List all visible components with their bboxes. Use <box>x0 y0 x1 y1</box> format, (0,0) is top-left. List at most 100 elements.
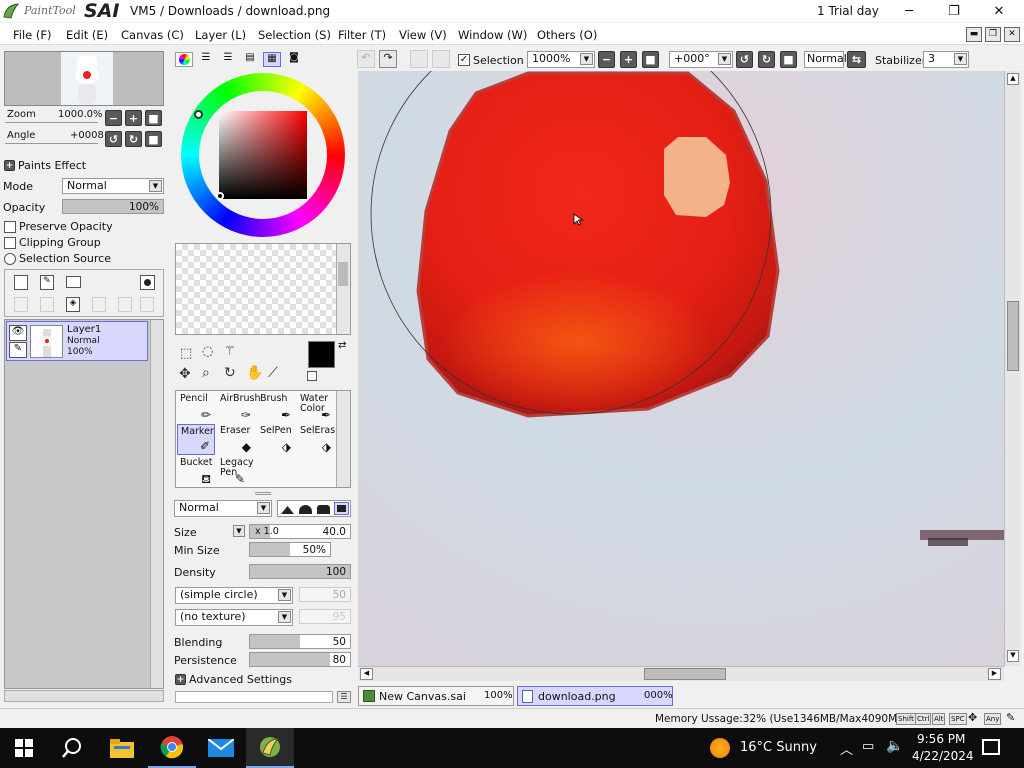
tool-airbrush[interactable]: AirBrush ✑ <box>217 392 260 423</box>
mdi-close-button[interactable]: ✕ <box>1004 27 1020 42</box>
zoom-select[interactable]: 1000% ▼ <box>527 51 595 68</box>
paint-tool-sai-icon[interactable] <box>246 728 294 768</box>
new-linework-layer-icon[interactable]: ✎ <box>40 275 54 290</box>
search-icon[interactable] <box>48 728 96 768</box>
mdi-minimize-button[interactable]: ▬ <box>966 27 982 42</box>
splitter-grip[interactable] <box>255 492 271 495</box>
density-slider[interactable]: 100 <box>249 564 351 579</box>
tool-legacy-pen[interactable]: Legacy Pen ✎ <box>217 456 254 487</box>
canvas-vscrollbar[interactable]: ▲ ▼ <box>1004 71 1021 666</box>
menu-canvas[interactable]: Canvas (C) <box>121 28 184 42</box>
rect-select-icon[interactable]: ⬚ <box>180 346 192 361</box>
selection-source-radio[interactable] <box>4 253 16 265</box>
zoom-reset-button[interactable]: ■ <box>145 110 162 126</box>
maximize-button[interactable]: ❐ <box>931 0 977 22</box>
preserve-opacity-checkbox[interactable] <box>4 221 16 233</box>
layer-row[interactable]: 👁 ✎ Layer1 Normal 100% <box>6 321 148 361</box>
mdi-restore-button[interactable]: ❐ <box>985 27 1001 42</box>
rotate-tool-icon[interactable]: ↻ <box>224 365 236 381</box>
scratchpad-tab[interactable]: ◙ <box>285 52 303 67</box>
swap-colors-icon[interactable]: ⇄ <box>338 340 346 351</box>
flip-horizontal-button[interactable]: ⇆ <box>847 51 866 68</box>
intermediate-color-tab[interactable]: ▤ <box>241 52 259 67</box>
primary-color-swatch[interactable] <box>308 341 335 368</box>
invert-selection-button[interactable] <box>432 50 450 68</box>
layer-options-icon[interactable] <box>140 297 154 312</box>
toolbar-zoom-in-button[interactable]: + <box>620 51 637 68</box>
new-layer-icon[interactable] <box>14 275 28 290</box>
brush-shape-flat-icon[interactable] <box>334 502 349 515</box>
magic-wand-icon[interactable]: ⚚ <box>224 344 236 359</box>
layer-opacity-slider[interactable]: 100% <box>62 199 164 214</box>
paints-effect-expand-icon[interactable]: + <box>4 160 15 171</box>
shape-strength-slider[interactable]: 50 <box>299 587 351 602</box>
sv-picker-knob[interactable] <box>216 192 224 200</box>
close-button[interactable]: ✕ <box>976 0 1022 22</box>
delete-layer-icon[interactable] <box>118 297 132 312</box>
brush-shape-select[interactable]: (simple circle) ▼ <box>175 587 293 604</box>
menu-window[interactable]: Window (W) <box>458 28 527 42</box>
chrome-icon[interactable] <box>148 728 196 768</box>
persistence-slider[interactable]: 80 <box>249 652 351 667</box>
color-wheel-tab[interactable] <box>175 52 193 67</box>
menu-layer[interactable]: Layer (L) <box>195 28 246 42</box>
rotate-reset-button[interactable]: ■ <box>145 131 162 147</box>
presets-menu-icon[interactable]: ☰ <box>337 691 351 703</box>
menu-selection[interactable]: Selection (S) <box>258 28 331 42</box>
hue-picker-knob[interactable] <box>194 110 203 119</box>
menu-filter[interactable]: Filter (T) <box>338 28 386 42</box>
menu-edit[interactable]: Edit (E) <box>66 28 108 42</box>
minimize-button[interactable]: ─ <box>886 0 932 22</box>
brush-shape-selector[interactable] <box>277 500 351 517</box>
chevron-up-icon[interactable]: ︿ <box>840 739 853 758</box>
color-swatches[interactable] <box>175 243 351 335</box>
selection-checkbox[interactable]: ✓ <box>458 54 470 66</box>
angle-select[interactable]: +000° ▼ <box>669 51 733 68</box>
navigator-preview[interactable] <box>4 51 164 106</box>
file-explorer-icon[interactable] <box>98 728 146 768</box>
size-slider[interactable]: x 1.0 40.0 <box>249 524 351 539</box>
layer-list-hscrollbar[interactable] <box>4 690 164 702</box>
brush-icon[interactable]: ✎ <box>9 342 27 358</box>
zoom-out-button[interactable]: − <box>105 110 122 126</box>
deselect-button[interactable] <box>410 50 428 68</box>
hsv-slider-tab[interactable]: ☰ <box>219 52 237 67</box>
menu-view[interactable]: View (V) <box>399 28 447 42</box>
color-wheel[interactable] <box>181 73 345 237</box>
new-folder-icon[interactable] <box>66 276 81 288</box>
tool-grid-scrollbar[interactable] <box>336 391 350 487</box>
view-mode-select[interactable]: Normal <box>804 51 847 68</box>
brush-size-presets[interactable] <box>175 691 333 703</box>
vscroll-thumb[interactable] <box>1007 301 1019 371</box>
canvas-hscrollbar[interactable]: ◀ ▶ <box>358 666 1004 681</box>
tool-bucket[interactable]: Bucket ⛾ <box>177 456 215 487</box>
layer-mode-select[interactable]: Normal ▼ <box>62 178 164 194</box>
scroll-down-icon[interactable]: ▼ <box>1007 650 1019 662</box>
toolbar-zoom-reset-button[interactable]: ■ <box>642 51 659 68</box>
brush-shape-hard-icon[interactable] <box>317 505 330 514</box>
doc-tab-new-canvas[interactable]: New Canvas.sai 100% <box>358 686 514 706</box>
canvas-area[interactable] <box>358 71 1004 666</box>
stabilizer-select[interactable]: 3 ▼ <box>923 51 969 68</box>
mail-icon[interactable] <box>197 728 245 768</box>
rotate-left-button[interactable]: ↺ <box>105 131 122 147</box>
saturation-value-box[interactable] <box>219 111 307 199</box>
toolbar-zoom-out-button[interactable]: − <box>598 51 615 68</box>
eyedropper-icon[interactable]: ⟋ <box>268 365 278 381</box>
network-icon[interactable]: ▭ <box>862 739 874 754</box>
scroll-up-icon[interactable]: ▲ <box>1007 73 1019 85</box>
redo-button[interactable]: ↷ <box>379 50 397 68</box>
windows-start-icon[interactable] <box>0 728 48 768</box>
eye-icon[interactable]: 👁 <box>9 325 27 341</box>
clock-date[interactable]: 4/22/2024 <box>912 749 974 763</box>
hand-icon[interactable]: ✋ <box>246 365 263 381</box>
zoom-slider[interactable] <box>5 122 98 123</box>
scroll-right-icon[interactable]: ▶ <box>988 668 1001 680</box>
transparent-color-icon[interactable] <box>307 371 317 381</box>
tool-watercolor[interactable]: Water Color ✒ <box>297 392 335 423</box>
layer-list-scrollbar[interactable] <box>150 320 163 688</box>
notification-icon[interactable] <box>982 739 1000 755</box>
toolbar-rotate-reset-button[interactable]: ■ <box>780 51 797 68</box>
tool-brush[interactable]: Brush ✒ <box>257 392 295 423</box>
doc-tab-download[interactable]: download.png 000% <box>517 686 673 706</box>
